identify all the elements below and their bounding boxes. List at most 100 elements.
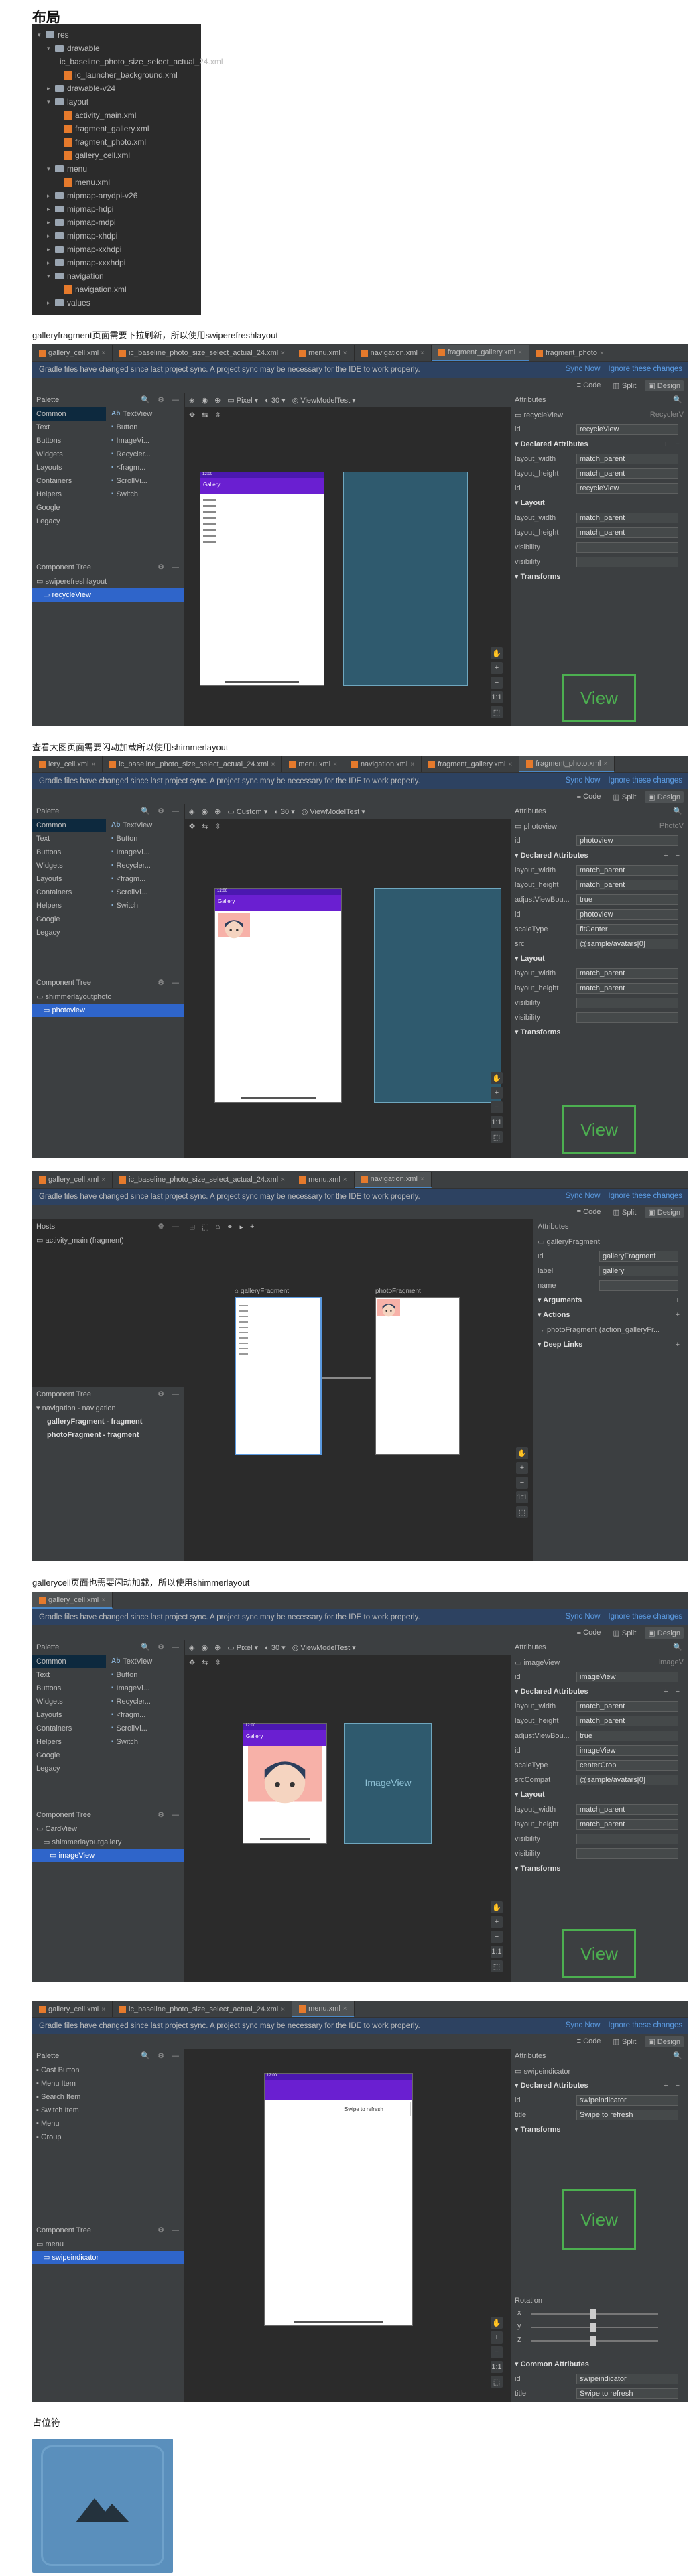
layers-icon[interactable]: ◈: [189, 807, 194, 816]
palette-category[interactable]: Legacy: [32, 926, 106, 939]
pan-icon[interactable]: ✥: [189, 1658, 195, 1667]
attribute-value[interactable]: Swipe to refresh: [576, 2388, 678, 2399]
attribute-value[interactable]: swipeindicator: [576, 2095, 678, 2106]
code-view-button[interactable]: ≡ Code: [574, 2036, 605, 2047]
zoom-fit-icon[interactable]: ⬚: [491, 706, 503, 718]
palette-item[interactable]: ▪ Recycler...: [107, 859, 185, 872]
close-icon[interactable]: ×: [281, 350, 285, 357]
code-view-button[interactable]: ≡ Code: [574, 380, 605, 391]
attribute-value[interactable]: match_parent: [576, 880, 678, 890]
zoom-in-icon[interactable]: +: [491, 662, 503, 674]
attribute-value[interactable]: fitCenter: [576, 924, 678, 935]
zoom-actual-icon[interactable]: 1:1: [491, 1116, 503, 1128]
project-tree-item[interactable]: ▾ navigation: [38, 269, 196, 283]
constraint-icon[interactable]: ⇆: [202, 822, 208, 831]
zoom-in-icon[interactable]: +: [516, 1462, 528, 1474]
add-remove-icon[interactable]: + −: [664, 848, 682, 863]
add-icon[interactable]: +: [676, 1308, 682, 1323]
magnet-icon[interactable]: ⊕: [214, 807, 221, 816]
expand-arrow-icon[interactable]: ▸: [47, 256, 55, 269]
layout-section[interactable]: ▾ Layout: [511, 496, 688, 511]
component-tree-item[interactable]: ▭ swiperefreshlayout: [32, 575, 184, 588]
palette-item[interactable]: ▪ Switch: [107, 899, 185, 912]
api-select[interactable]: ◐ 30 ▾: [265, 396, 286, 405]
pan-icon[interactable]: ✥: [189, 411, 195, 419]
declared-attributes-section[interactable]: ▾ Declared Attributes + −: [511, 437, 688, 452]
palette-category[interactable]: Layouts: [32, 872, 106, 886]
project-tree-item[interactable]: ic_launcher_background.xml: [38, 68, 196, 82]
search-icon[interactable]: 🔍: [673, 2049, 685, 2063]
gallery-fragment-preview[interactable]: [235, 1297, 322, 1455]
palette-item[interactable]: ▪ Switch: [107, 488, 185, 501]
palette-item[interactable]: ▪ <fragm...: [107, 461, 185, 474]
code-view-button[interactable]: ≡ Code: [574, 1207, 605, 1217]
declared-attributes-section[interactable]: ▾ Declared Attributes + −: [511, 1684, 688, 1699]
code-view-button[interactable]: ≡ Code: [574, 791, 605, 802]
declared-attributes-section[interactable]: ▾ Declared Attributes + −: [511, 848, 688, 863]
attribute-value[interactable]: galleryFragment: [599, 1251, 678, 1262]
palette-category[interactable]: Helpers: [32, 899, 106, 912]
search-icon[interactable]: 🔍: [673, 1640, 685, 1655]
zoom-fit-icon[interactable]: ⬚: [516, 1506, 528, 1518]
palette-item[interactable]: ▪ ScrollVi...: [107, 474, 185, 488]
attribute-value[interactable]: [576, 542, 678, 553]
device-select[interactable]: ▭ Custom ▾: [227, 807, 267, 816]
pan-icon[interactable]: ✥: [189, 822, 195, 831]
declared-attributes-section[interactable]: ▾ Declared Attributes + −: [511, 2078, 688, 2093]
palette-category[interactable]: Common: [32, 407, 106, 421]
zoom-in-icon[interactable]: +: [491, 1087, 503, 1099]
attribute-value[interactable]: match_parent: [576, 1716, 678, 1726]
pan-hand-icon[interactable]: ✋: [516, 1447, 528, 1459]
attribute-value[interactable]: recycleView: [576, 424, 678, 435]
attribute-value[interactable]: match_parent: [576, 1819, 678, 1830]
palette-item[interactable]: ▪ ScrollVi...: [107, 886, 185, 899]
expand-arrow-icon[interactable]: ▸: [47, 216, 55, 229]
palette-item[interactable]: ▪ Button: [107, 1668, 185, 1682]
ignore-changes-link[interactable]: Ignore these changes: [608, 776, 682, 785]
new-destination-icon[interactable]: ⊞: [189, 1223, 195, 1231]
editor-tab[interactable]: navigation.xml ×: [355, 345, 432, 361]
device-select[interactable]: ▭ Pixel ▾: [227, 396, 258, 405]
editor-tab[interactable]: menu.xml ×: [282, 756, 344, 772]
panel-tools[interactable]: ⚙ —: [158, 1219, 182, 1234]
palette-category[interactable]: Helpers: [32, 1735, 106, 1749]
split-view-button[interactable]: ▥ Split: [609, 1207, 639, 1218]
zoom-out-icon[interactable]: −: [491, 2346, 503, 2358]
expand-arrow-icon[interactable]: ▾: [47, 269, 55, 283]
common-attributes-section[interactable]: ▾ Common Attributes: [511, 2357, 688, 2372]
palette-item[interactable]: Ab TextView: [107, 407, 185, 421]
expand-arrow-icon[interactable]: ▸: [47, 229, 55, 243]
pan-hand-icon[interactable]: ✋: [491, 1072, 503, 1084]
margin-icon[interactable]: ⇳: [214, 1658, 221, 1667]
component-tree-item[interactable]: ▭ recycleView: [32, 588, 184, 602]
palette-category[interactable]: Widgets: [32, 1695, 106, 1708]
editor-tab[interactable]: ic_baseline_photo_size_select_actual_24.…: [113, 2001, 293, 2017]
palette-item[interactable]: ▪ Search Item: [32, 2090, 184, 2104]
editor-tab[interactable]: menu.xml ×: [292, 1172, 355, 1188]
close-icon[interactable]: ×: [101, 350, 105, 357]
panel-tools[interactable]: ⚙ —: [158, 560, 182, 575]
component-tree-item[interactable]: ▾ navigation - navigation: [32, 1402, 184, 1415]
editor-tab[interactable]: fragment_gallery.xml ×: [422, 756, 520, 772]
zoom-out-icon[interactable]: −: [491, 677, 503, 689]
component-tree-item[interactable]: ▭ shimmerlayoutgallery: [32, 1836, 184, 1849]
action-item[interactable]: → photoFragment (action_galleryFr...: [533, 1323, 688, 1337]
device-select[interactable]: ▭ Pixel ▾: [227, 1643, 258, 1652]
attribute-value[interactable]: imageView: [576, 1745, 678, 1756]
zoom-in-icon[interactable]: +: [491, 2331, 503, 2344]
search-icon[interactable]: 🔍: [673, 804, 685, 819]
component-tree-item[interactable]: ▭ shimmerlayoutphoto: [32, 990, 184, 1004]
sync-now-link[interactable]: Sync Now: [566, 1613, 601, 1621]
palette-item[interactable]: ▪ Switch: [107, 1735, 185, 1749]
attribute-value[interactable]: match_parent: [576, 1804, 678, 1815]
component-tree-item[interactable]: photoFragment - fragment: [32, 1428, 184, 1442]
palette-category[interactable]: Text: [32, 1668, 106, 1682]
palette-category[interactable]: Buttons: [32, 434, 106, 448]
close-icon[interactable]: ×: [410, 761, 414, 768]
host-item[interactable]: ▭ activity_main (fragment): [32, 1234, 184, 1247]
split-view-button[interactable]: ▥ Split: [609, 380, 639, 391]
attribute-value[interactable]: true: [576, 894, 678, 905]
attribute-value[interactable]: imageView: [576, 1672, 678, 1682]
expand-arrow-icon[interactable]: ▸: [47, 296, 55, 310]
pan-hand-icon[interactable]: ✋: [491, 2317, 503, 2329]
